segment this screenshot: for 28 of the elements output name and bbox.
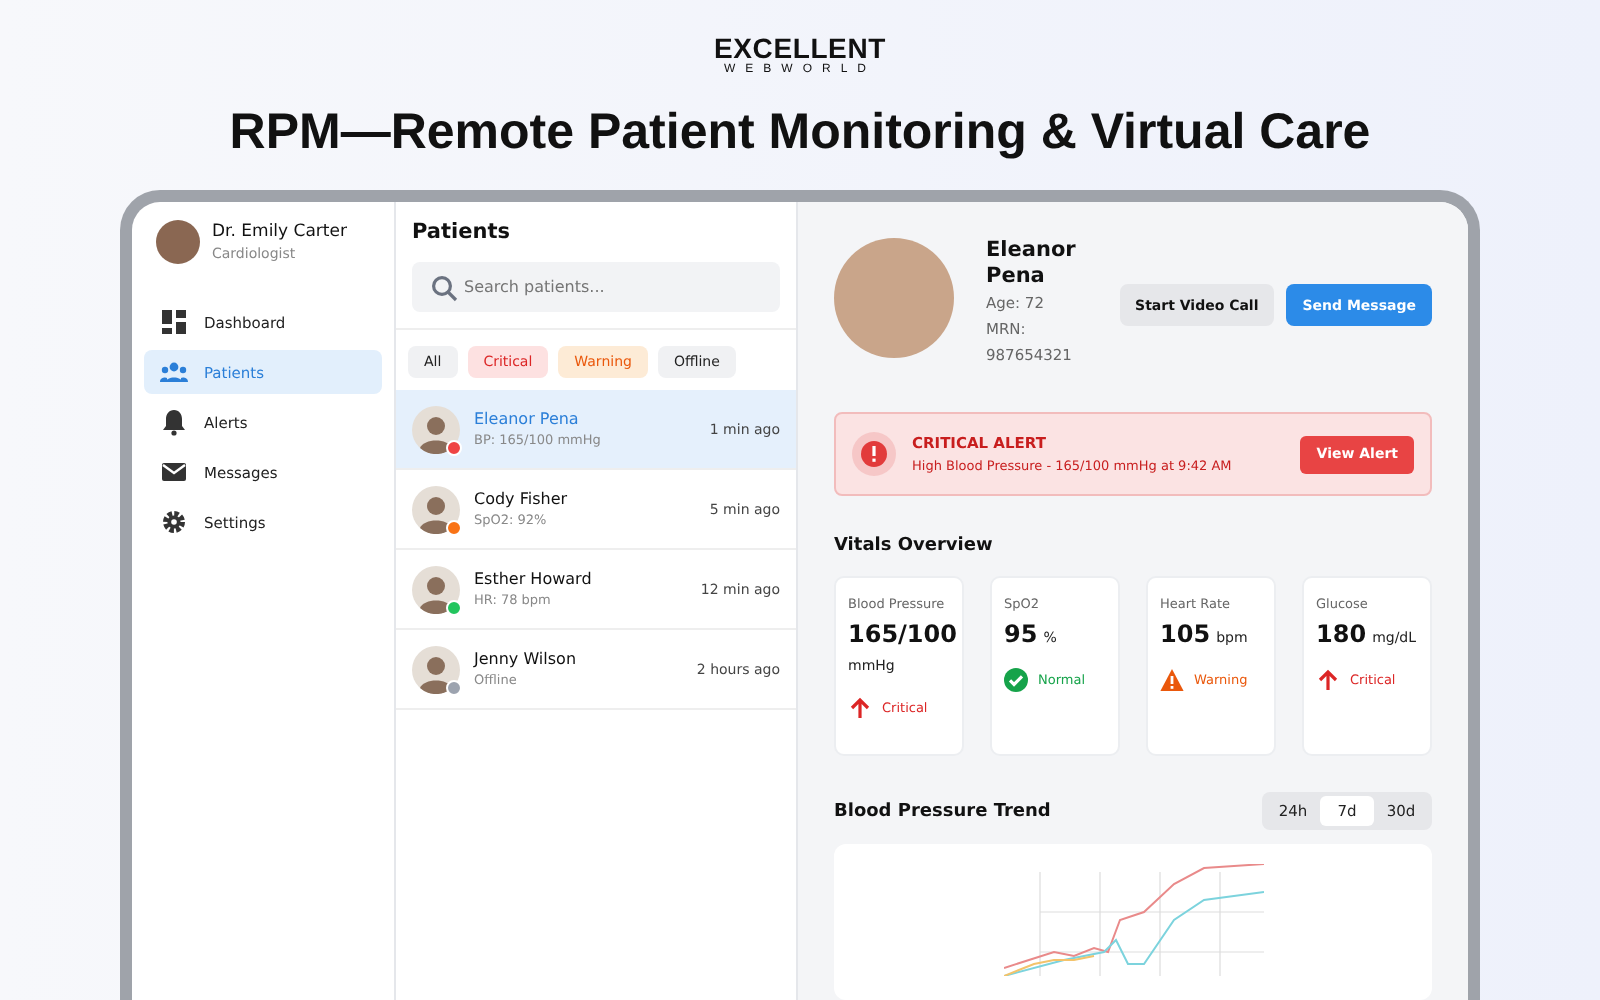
patient-name: Eleanor Pena bbox=[986, 238, 1078, 290]
patient-name: Esther Howard bbox=[474, 570, 594, 588]
brand-name: EXCELLENT bbox=[714, 34, 886, 64]
avatar-icon bbox=[412, 485, 460, 533]
search-field[interactable]: Search patients... bbox=[412, 262, 780, 312]
avatar-icon bbox=[412, 565, 460, 613]
vital-value: 180 bbox=[1316, 620, 1367, 648]
gear-icon bbox=[160, 508, 188, 536]
panel-title: Patients bbox=[412, 220, 512, 244]
envelope-icon bbox=[160, 458, 188, 486]
avatar-icon bbox=[412, 645, 460, 693]
patient-name: Jenny Wilson bbox=[474, 650, 579, 668]
patient-name: Cody Fisher bbox=[474, 490, 570, 508]
headline: RPM—Remote Patient Monitoring & Virtual Care bbox=[229, 102, 1371, 162]
avatar-icon bbox=[412, 405, 460, 453]
vital-value: 95 bbox=[1004, 620, 1038, 648]
section-title: Vitals Overview bbox=[834, 536, 995, 556]
vital-value: 105 bbox=[1160, 620, 1211, 648]
alert-icon bbox=[852, 432, 896, 476]
doctor-name: Dr. Emily Carter bbox=[212, 222, 347, 242]
people-icon bbox=[160, 358, 188, 386]
search-icon bbox=[430, 274, 458, 302]
section-title: Blood Pressure Trend bbox=[834, 801, 1051, 821]
patient-name: Eleanor Pena bbox=[474, 410, 581, 428]
dashboard-icon bbox=[160, 308, 188, 336]
vital-value: 165/100 bbox=[848, 620, 957, 648]
avatar bbox=[156, 220, 200, 264]
bell-icon bbox=[160, 408, 188, 436]
